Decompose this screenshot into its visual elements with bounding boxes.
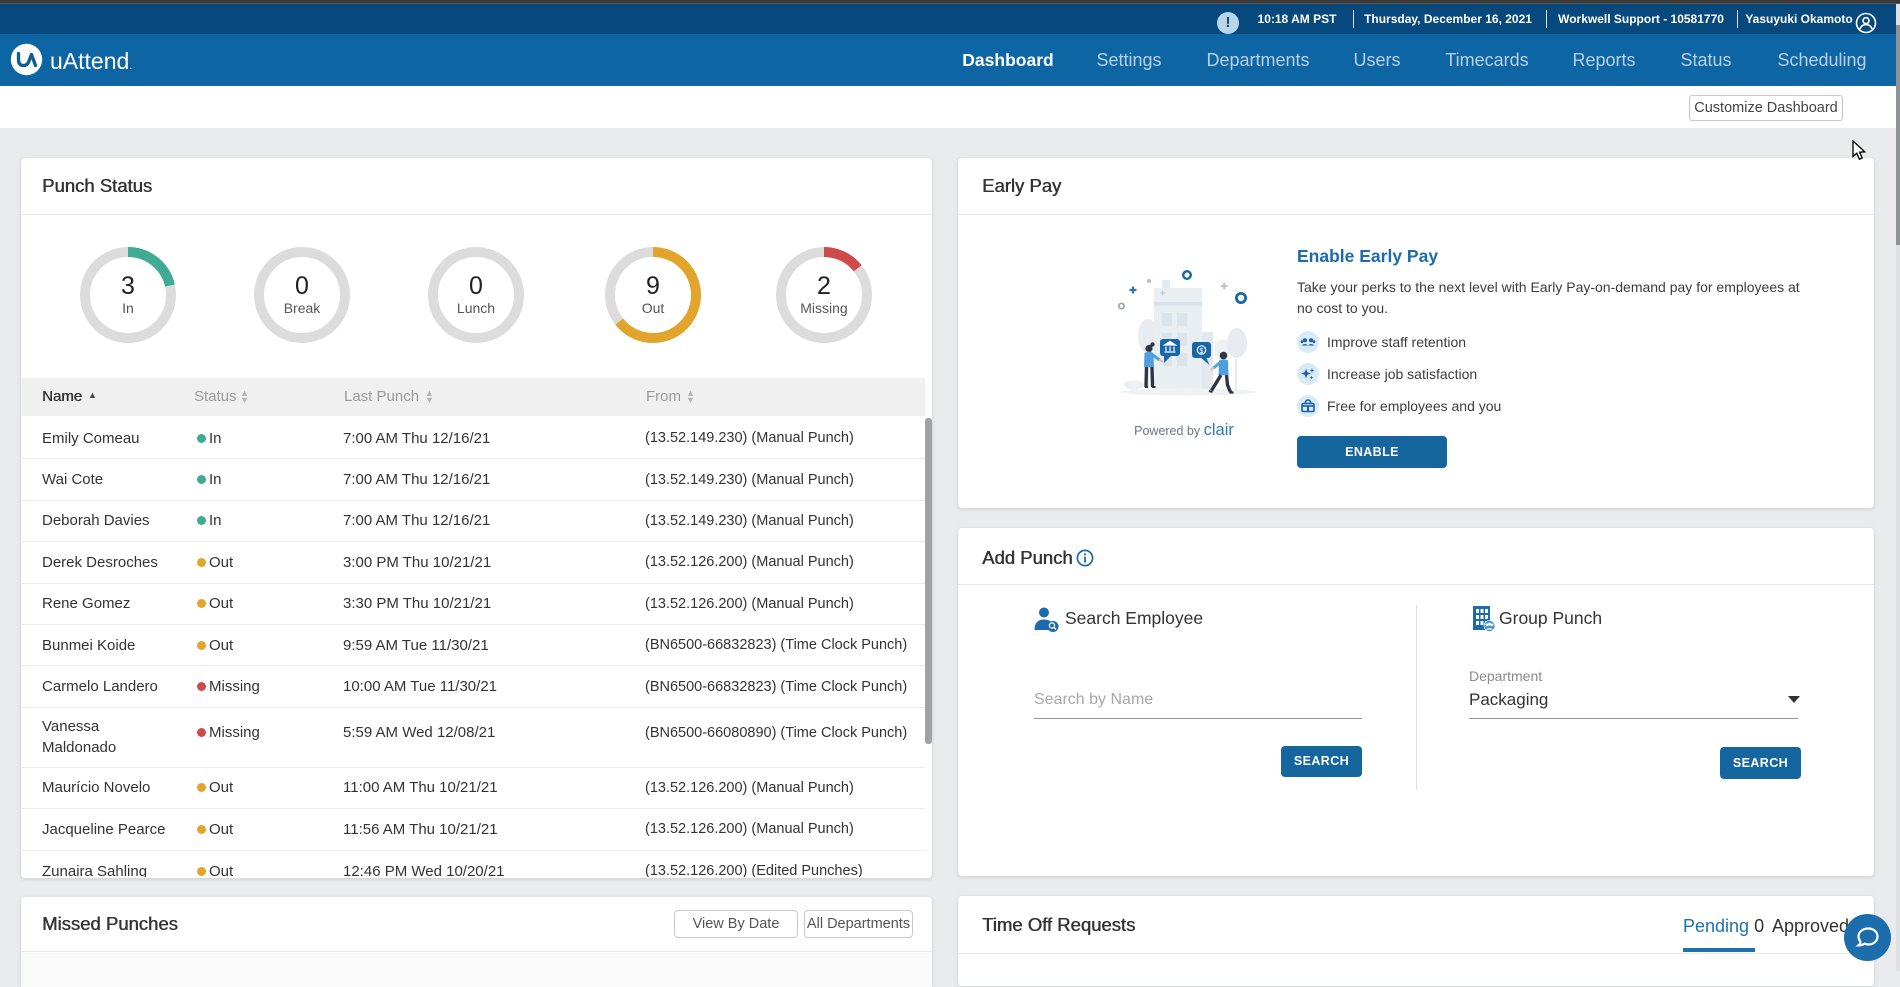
svg-text:$: $ xyxy=(1200,348,1204,355)
